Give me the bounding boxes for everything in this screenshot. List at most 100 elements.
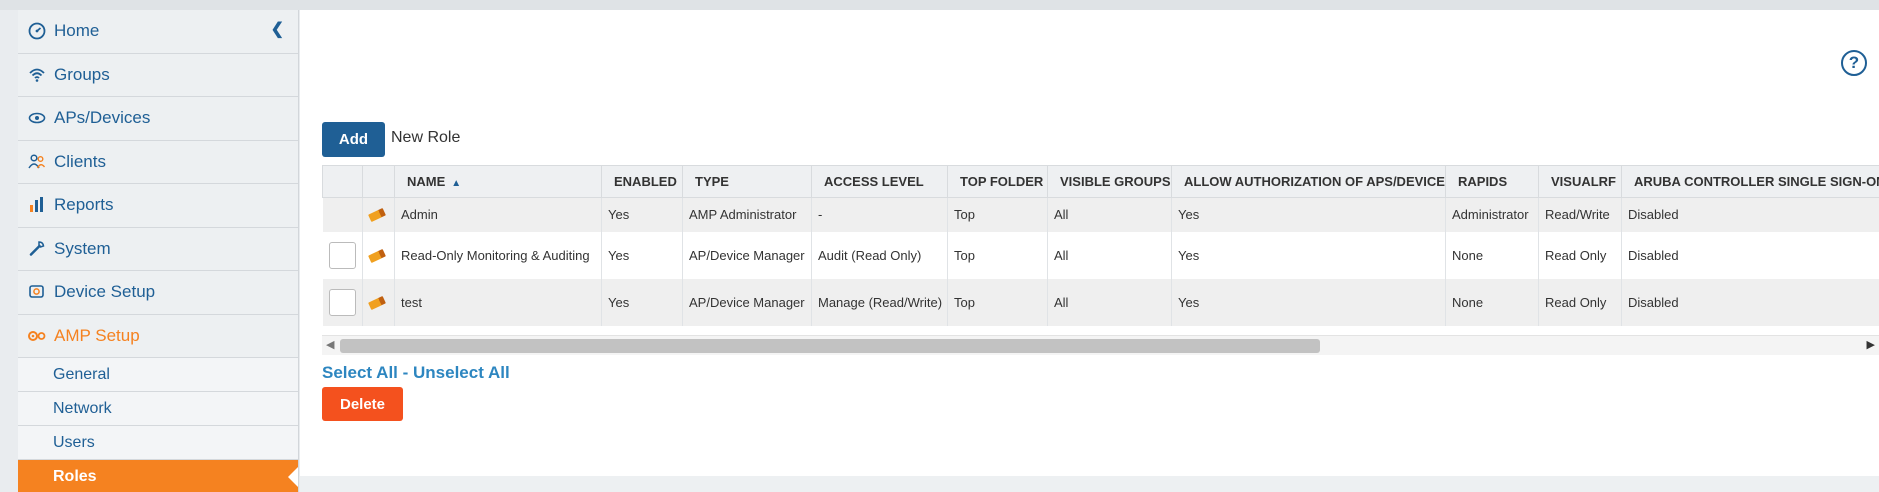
table-header-row: NAME ▲ ENABLED TYPE ACCESS LEVEL TOP FOLD… — [322, 165, 1879, 198]
sidebar-subitem-label: Users — [53, 433, 95, 451]
wifi-icon — [26, 64, 48, 86]
row-checkbox[interactable] — [328, 288, 356, 316]
users-icon — [26, 151, 48, 173]
cell-allow-authorization: Yes — [1171, 278, 1446, 326]
cell-sso: Disabled — [1621, 197, 1879, 232]
checkbox-header — [322, 165, 363, 198]
sidebar-subitem-users[interactable]: Users — [18, 426, 298, 460]
app-window: Home ❮ Groups APs/Devices Clients Report… — [0, 0, 1879, 492]
cell-enabled: Yes — [601, 197, 683, 232]
cell-enabled: Yes — [601, 231, 683, 279]
cell-rapids: None — [1445, 278, 1539, 326]
column-header-type[interactable]: TYPE — [682, 165, 812, 198]
edit-cell — [362, 278, 395, 326]
sidebar-item-system[interactable]: System — [18, 228, 298, 271]
row-checkbox[interactable] — [328, 241, 356, 269]
cell-visualrf: Read/Write — [1538, 197, 1622, 232]
delete-button[interactable]: Delete — [322, 387, 403, 421]
horizontal-scrollbar[interactable]: ◀ ▶ — [322, 335, 1879, 355]
cell-visible-groups: All — [1047, 278, 1172, 326]
cell-top-folder: Top — [947, 278, 1048, 326]
cell-rapids: None — [1445, 231, 1539, 279]
row-checkbox-cell — [322, 231, 363, 279]
column-header-enabled[interactable]: ENABLED — [601, 165, 683, 198]
cell-visualrf: Read Only — [1538, 278, 1622, 326]
left-gutter — [0, 10, 18, 492]
cell-access-level: Audit (Read Only) — [811, 231, 948, 279]
sidebar-item-label: Clients — [54, 151, 106, 171]
edit-cell — [362, 231, 395, 279]
cell-sso: Disabled — [1621, 231, 1879, 279]
cell-visible-groups: All — [1047, 197, 1172, 232]
column-header-sso[interactable]: ARUBA CONTROLLER SINGLE SIGN-ON F — [1621, 165, 1879, 198]
sidebar-subitem-label: Network — [53, 399, 112, 417]
bottom-strip — [300, 476, 1879, 492]
sidebar-item-label: AMP Setup — [54, 325, 140, 345]
sidebar-item-label: Reports — [54, 195, 114, 215]
scroll-left-icon[interactable]: ◀ — [326, 338, 334, 351]
edit-pencil-icon[interactable] — [368, 295, 386, 310]
scrollbar-thumb[interactable] — [340, 339, 1320, 353]
roles-table: NAME ▲ ENABLED TYPE ACCESS LEVEL TOP FOLD… — [322, 165, 1879, 326]
cell-type: AMP Administrator — [682, 197, 812, 232]
cell-access-level: Manage (Read/Write) — [811, 278, 948, 326]
column-header-visualrf[interactable]: VISUALRF — [1538, 165, 1622, 198]
column-header-top-folder[interactable]: TOP FOLDER — [947, 165, 1048, 198]
column-header-allow-authorization[interactable]: ALLOW AUTHORIZATION OF APS/DEVICES — [1171, 165, 1446, 198]
table-row: Read-Only Monitoring & Auditing Yes AP/D… — [322, 231, 1879, 279]
collapse-sidebar-icon[interactable]: ❮ — [271, 19, 284, 39]
column-header-access-level[interactable]: ACCESS LEVEL — [811, 165, 948, 198]
sort-ascending-icon: ▲ — [451, 178, 462, 189]
edit-pencil-icon[interactable] — [368, 208, 386, 223]
row-checkbox-cell — [322, 278, 363, 326]
sidebar-subitem-roles[interactable]: Roles — [18, 460, 298, 492]
cell-allow-authorization: Yes — [1171, 231, 1446, 279]
selection-links: Select All - Unselect All — [322, 363, 510, 383]
wrench-icon — [26, 238, 48, 260]
column-header-visible-groups[interactable]: VISIBLE GROUPS — [1047, 165, 1172, 198]
column-header-name[interactable]: NAME ▲ — [394, 165, 602, 198]
table-row: test Yes AP/Device Manager Manage (Read/… — [322, 278, 1879, 326]
dashboard-icon — [26, 20, 48, 42]
sidebar-item-home[interactable]: Home ❮ — [18, 10, 298, 54]
add-role-button[interactable]: Add — [322, 122, 385, 157]
cell-allow-authorization: Yes — [1171, 197, 1446, 232]
sidebar-item-clients[interactable]: Clients — [18, 141, 298, 184]
cell-visualrf: Read Only — [1538, 231, 1622, 279]
sidebar: Home ❮ Groups APs/Devices Clients Report… — [18, 10, 299, 492]
cell-type: AP/Device Manager — [682, 231, 812, 279]
sidebar-subitem-label: Roles — [53, 467, 97, 485]
row-checkbox-cell — [322, 197, 363, 232]
help-icon[interactable]: ? — [1841, 50, 1867, 76]
sidebar-subitem-general[interactable]: General — [18, 358, 298, 392]
cell-type: AP/Device Manager — [682, 278, 812, 326]
sidebar-item-groups[interactable]: Groups — [18, 54, 298, 97]
sidebar-item-reports[interactable]: Reports — [18, 184, 298, 228]
sidebar-item-label: Home — [54, 21, 100, 41]
scroll-right-icon[interactable]: ▶ — [1867, 338, 1875, 351]
sidebar-item-device-setup[interactable]: Device Setup — [18, 271, 298, 315]
sidebar-subitem-network[interactable]: Network — [18, 392, 298, 426]
cell-name: Admin — [394, 197, 602, 232]
edit-pencil-icon[interactable] — [368, 248, 386, 263]
sidebar-item-label: System — [54, 238, 111, 258]
cell-visible-groups: All — [1047, 231, 1172, 279]
edit-header — [362, 165, 395, 198]
link-separator: - — [397, 363, 414, 382]
eye-icon — [26, 107, 48, 129]
sidebar-item-amp-setup[interactable]: AMP Setup — [18, 315, 298, 358]
sidebar-item-label: Groups — [54, 64, 110, 84]
roles-table-container: NAME ▲ ENABLED TYPE ACCESS LEVEL TOP FOLD… — [322, 165, 1879, 357]
device-setup-icon — [26, 281, 48, 303]
sidebar-item-aps-devices[interactable]: APs/Devices — [18, 97, 298, 141]
cell-name: Read-Only Monitoring & Auditing — [394, 231, 602, 279]
select-all-link[interactable]: Select All — [322, 363, 398, 382]
edit-cell — [362, 197, 395, 232]
sidebar-item-label: APs/Devices — [54, 108, 151, 128]
cell-name: test — [394, 278, 602, 326]
unselect-all-link[interactable]: Unselect All — [413, 363, 510, 382]
cell-rapids: Administrator — [1445, 197, 1539, 232]
sidebar-item-label: Device Setup — [54, 282, 156, 302]
column-header-rapids[interactable]: RAPIDS — [1445, 165, 1539, 198]
bar-chart-icon — [26, 194, 48, 216]
